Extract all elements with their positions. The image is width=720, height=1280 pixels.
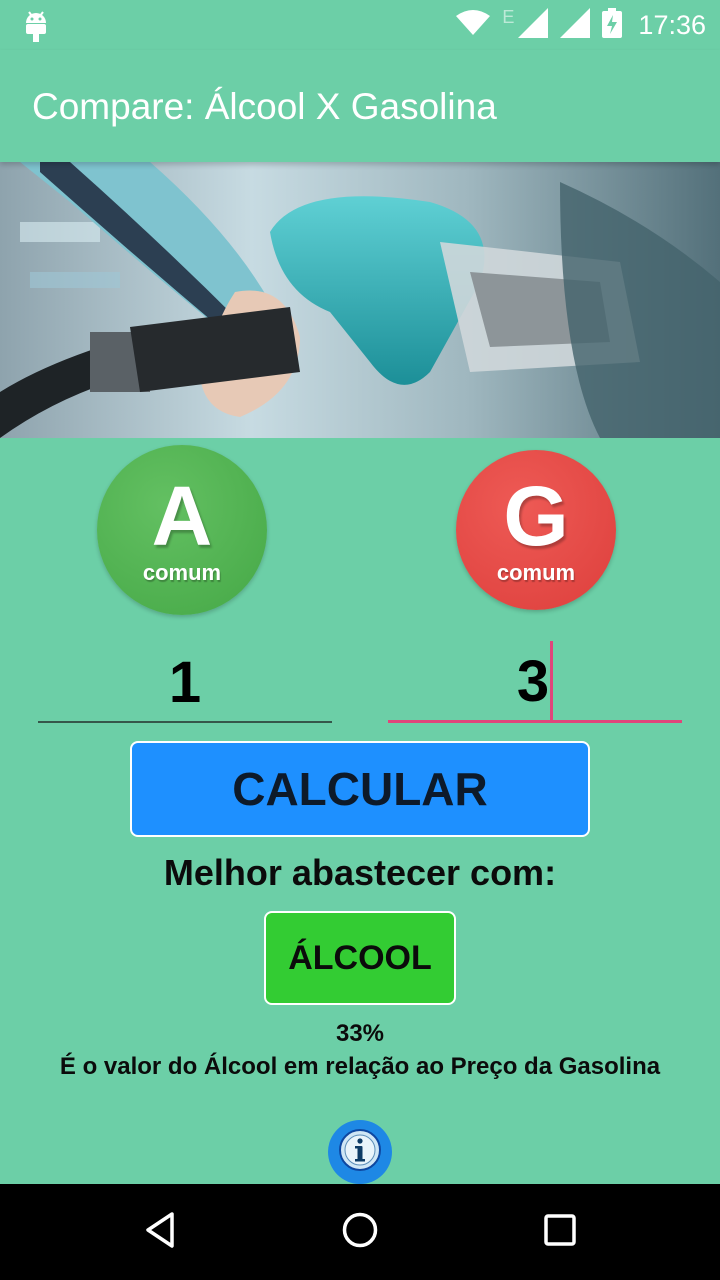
back-button[interactable] (132, 1204, 188, 1260)
alcohol-price-value: 1 (168, 649, 202, 715)
price-ratio-description: É o valor do Álcool em relação ao Preço … (59, 1053, 661, 1080)
alcohol-badge-sub: comum (142, 560, 222, 585)
network-type-label: E (502, 6, 515, 27)
info-icon (338, 1128, 382, 1177)
gasoline-fuel-badge: G comum (456, 450, 616, 610)
system-navigation-bar (0, 1184, 720, 1280)
app-title: Compare: Álcool X Gasolina (32, 86, 497, 127)
app-bar: Compare: Álcool X Gasolina (0, 50, 720, 162)
info-button[interactable] (328, 1120, 392, 1184)
text-cursor (550, 640, 554, 723)
wifi-icon (456, 9, 491, 41)
alcohol-price-input[interactable]: 1 (38, 643, 332, 723)
alcohol-fuel-badge: A comum (97, 445, 267, 615)
status-bar: E 17:36 (0, 0, 720, 50)
gasoline-badge-sub: comum (496, 560, 576, 585)
back-icon (140, 1210, 180, 1255)
result-heading: Melhor abastecer com: (163, 852, 557, 893)
gasoline-price-input[interactable]: 3 (388, 640, 682, 723)
recents-icon (540, 1210, 580, 1255)
clock: 17:36 (638, 9, 706, 40)
recents-button[interactable] (532, 1204, 588, 1260)
calculate-button[interactable]: CALCULAR (130, 741, 590, 837)
signal-icon (518, 7, 549, 43)
signal-icon (560, 7, 591, 43)
battery-charging-icon (602, 7, 623, 43)
home-icon (340, 1210, 380, 1255)
fuel-pump-hero-image (0, 162, 720, 438)
gasoline-price-value: 3 (516, 649, 550, 714)
alcohol-badge-letter: A (151, 469, 213, 563)
gasoline-badge-letter: G (503, 469, 569, 563)
price-ratio-percent: 33% (335, 1020, 385, 1047)
android-debug-icon (22, 9, 50, 48)
home-button[interactable] (332, 1204, 388, 1260)
best-fuel-badge: ÁLCOOL (264, 911, 456, 1005)
